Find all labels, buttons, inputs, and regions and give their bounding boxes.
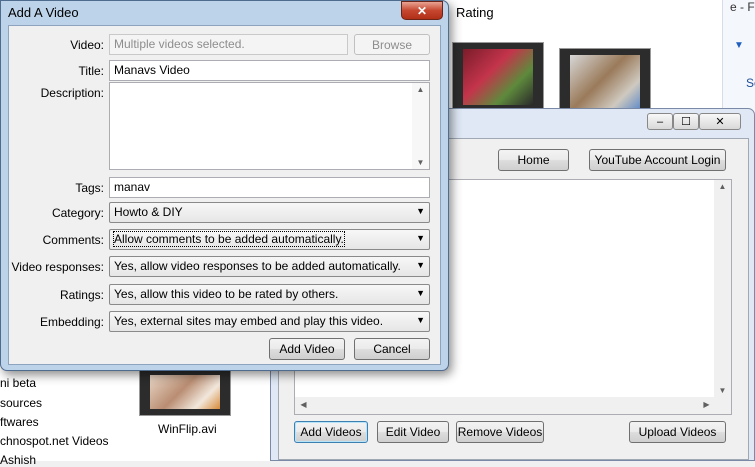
scroll-down-icon[interactable]: ▼: [412, 158, 429, 167]
add-video-button[interactable]: Add Video: [269, 338, 345, 360]
side-text[interactable]: Sear: [746, 76, 755, 90]
add-videos-button[interactable]: Add Videos: [294, 421, 368, 443]
minimize-button[interactable]: ‒: [647, 113, 673, 130]
folder-item[interactable]: ni beta: [0, 376, 36, 390]
scroll-up-icon[interactable]: ▲: [714, 182, 731, 191]
minimize-icon: ‒: [656, 115, 664, 128]
close-icon: ✕: [715, 116, 725, 128]
embedding-value: Yes, external sites may embed and play t…: [114, 314, 384, 328]
close-icon: ✕: [416, 3, 428, 18]
upload-videos-button[interactable]: Upload Videos: [629, 421, 726, 443]
ratings-label: Ratings:: [59, 288, 104, 302]
horizontal-scrollbar[interactable]: ◀ ▶: [295, 397, 715, 414]
chevron-down-icon: ▼: [416, 260, 425, 270]
video-label: Video:: [70, 38, 104, 52]
comments-value: Allow comments to be added automatically…: [113, 231, 345, 247]
comments-label: Comments:: [42, 233, 104, 247]
folder-item[interactable]: Ashish: [0, 453, 36, 467]
dialog-client-area: Video: Multiple videos selected. Browse …: [8, 25, 441, 365]
chevron-down-icon: ▼: [416, 288, 425, 298]
video-responses-select[interactable]: Yes, allow video responses to be added a…: [109, 256, 430, 277]
description-label: Description:: [40, 86, 104, 100]
add-video-label: Add Video: [279, 342, 335, 356]
category-label: Category:: [51, 206, 104, 220]
window-title-fragment: e - F: [730, 0, 755, 14]
maximize-button[interactable]: ☐: [673, 113, 699, 130]
folder-list: ni beta sources ftwares chnospot.net Vid…: [0, 370, 130, 467]
description-input[interactable]: ▲ ▼: [109, 82, 430, 170]
scroll-down-icon[interactable]: ▼: [714, 386, 731, 395]
account-login-label: YouTube Account Login: [594, 153, 721, 167]
rating-column-header[interactable]: Rating: [456, 5, 494, 20]
remove-videos-button[interactable]: Remove Videos: [456, 421, 544, 443]
folder-item[interactable]: ftwares: [0, 415, 39, 429]
close-button[interactable]: ✕: [699, 113, 741, 130]
video-responses-label: Video responses:: [11, 260, 104, 274]
folder-item[interactable]: chnospot.net Videos: [0, 434, 109, 448]
title-label: Title:: [78, 64, 104, 78]
cancel-button[interactable]: Cancel: [354, 338, 430, 360]
remove-videos-label: Remove Videos: [457, 425, 543, 439]
ratings-select[interactable]: Yes, allow this video to be rated by oth…: [109, 284, 430, 305]
vertical-scrollbar[interactable]: ▲ ▼: [714, 180, 731, 414]
description-scrollbar[interactable]: ▲ ▼: [412, 83, 429, 169]
video-thumbnail[interactable]: [139, 368, 231, 416]
browse-button[interactable]: Browse: [354, 34, 430, 55]
video-thumbnail[interactable]: [452, 42, 544, 112]
upload-videos-label: Upload Videos: [638, 425, 717, 439]
account-login-button[interactable]: YouTube Account Login: [589, 149, 726, 171]
chevron-down-icon[interactable]: ▼: [734, 40, 744, 51]
dialog-title: Add A Video: [8, 5, 79, 20]
folder-item[interactable]: sources: [0, 396, 42, 410]
dialog-close-button[interactable]: ✕: [401, 1, 443, 20]
embedding-label: Embedding:: [39, 315, 104, 329]
scroll-right-icon[interactable]: ▶: [698, 400, 715, 409]
thumbnail-label[interactable]: WinFlip.avi: [158, 422, 217, 436]
chevron-down-icon: ▼: [416, 233, 425, 243]
title-input[interactable]: Manavs Video: [109, 60, 430, 81]
video-responses-value: Yes, allow video responses to be added a…: [114, 259, 401, 273]
scroll-left-icon[interactable]: ◀: [295, 400, 312, 409]
embedding-select[interactable]: Yes, external sites may embed and play t…: [109, 311, 430, 332]
browse-label: Browse: [371, 37, 412, 52]
home-button[interactable]: Home: [498, 149, 569, 171]
add-videos-label: Add Videos: [300, 425, 362, 439]
tags-input[interactable]: manav: [109, 177, 430, 198]
video-field: Multiple videos selected.: [109, 34, 348, 55]
home-button-label: Home: [517, 153, 550, 167]
cancel-label: Cancel: [373, 342, 411, 356]
add-video-dialog: Add A Video ✕ Video: Multiple videos sel…: [0, 0, 449, 371]
maximize-icon: ☐: [681, 116, 691, 128]
tags-label: Tags:: [75, 181, 104, 195]
category-select[interactable]: Howto & DIY ▼: [109, 202, 430, 223]
chevron-down-icon: ▼: [416, 206, 425, 216]
edit-video-label: Edit Video: [385, 425, 441, 439]
scroll-up-icon[interactable]: ▲: [412, 85, 429, 94]
category-value: Howto & DIY: [114, 205, 183, 219]
comments-select[interactable]: Allow comments to be added automatically…: [109, 229, 430, 250]
edit-video-button[interactable]: Edit Video: [377, 421, 449, 443]
ratings-value: Yes, allow this video to be rated by oth…: [114, 287, 339, 301]
chevron-down-icon: ▼: [416, 315, 425, 325]
